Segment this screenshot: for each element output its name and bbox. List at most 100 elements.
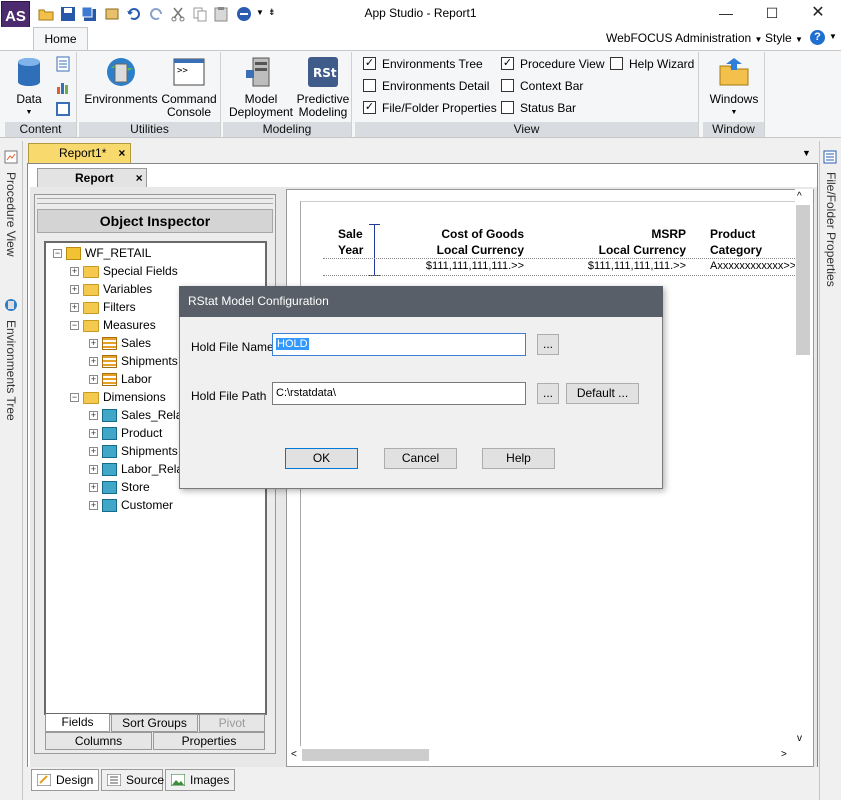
- expand-icon[interactable]: +: [89, 501, 98, 511]
- expand-icon[interactable]: +: [89, 483, 98, 493]
- scroll-up-icon[interactable]: ^: [797, 191, 802, 202]
- browse-hold-file-name-button[interactable]: ...: [537, 334, 559, 355]
- environments-tree-icon[interactable]: [4, 298, 18, 312]
- tab-images[interactable]: Images: [165, 769, 235, 791]
- tree-node-root[interactable]: − WF_RETAIL: [53, 245, 151, 261]
- close-report-tab-icon[interactable]: ×: [136, 171, 143, 185]
- tree-node-shipments-dimension[interactable]: + Shipments: [89, 443, 178, 459]
- close-icon[interactable]: ✕: [795, 0, 841, 27]
- tab-list-dropdown-icon[interactable]: ▼: [802, 148, 811, 158]
- hold-file-name-input[interactable]: HOLD: [272, 333, 526, 356]
- browse-hold-file-path-button[interactable]: ...: [537, 383, 559, 404]
- tree-node-labor[interactable]: + Labor: [89, 371, 152, 387]
- cell-product-category[interactable]: Axxxxxxxxxxxx>>: [710, 260, 796, 272]
- help-dropdown-icon[interactable]: ▼: [829, 32, 837, 41]
- tree-node-sales-related[interactable]: + Sales_Rela: [89, 407, 182, 423]
- help-wizard-checkbox[interactable]: Help Wizard: [610, 57, 694, 73]
- dimension-icon: [102, 499, 117, 513]
- collapse-icon[interactable]: −: [70, 393, 79, 403]
- tree-node-shipments-measures[interactable]: + Shipments: [89, 353, 178, 369]
- status-bar-checkbox[interactable]: Status Bar: [501, 101, 576, 117]
- windows-button[interactable]: Windows ▼: [705, 56, 763, 119]
- file-folder-properties-checkbox[interactable]: ✓ File/Folder Properties: [363, 101, 497, 117]
- column-header-msrp[interactable]: MSRP Local Currency: [560, 226, 686, 258]
- expand-icon[interactable]: +: [89, 411, 98, 421]
- document-icon[interactable]: [55, 101, 71, 117]
- expand-icon[interactable]: +: [70, 267, 79, 277]
- tree-node-sales[interactable]: + Sales: [89, 335, 151, 351]
- tree-node-special-fields[interactable]: + Special Fields: [70, 263, 178, 279]
- expand-icon[interactable]: +: [89, 429, 98, 439]
- column-resize-handle[interactable]: [374, 224, 375, 276]
- tree-node-measures[interactable]: − Measures: [70, 317, 156, 333]
- document-tab-report1[interactable]: Report1* ×: [28, 143, 131, 163]
- tab-sort-groups[interactable]: Sort Groups: [111, 714, 198, 732]
- environments-tree-checkbox[interactable]: ✓ Environments Tree: [363, 57, 483, 73]
- webfocus-administration-menu[interactable]: WebFOCUS Administration ▼: [606, 31, 762, 45]
- tab-pivot[interactable]: Pivot: [199, 714, 265, 732]
- tree-node-variables[interactable]: + Variables: [70, 281, 152, 297]
- collapse-icon[interactable]: −: [53, 249, 62, 259]
- help-icon[interactable]: ?: [810, 30, 825, 45]
- expand-icon[interactable]: +: [70, 303, 79, 313]
- expand-icon[interactable]: +: [89, 465, 98, 475]
- tree-node-label: Variables: [103, 282, 153, 296]
- expand-icon[interactable]: +: [89, 375, 98, 385]
- tree-node-filters[interactable]: + Filters: [70, 299, 136, 315]
- column-header-sale-year[interactable]: Sale Year: [338, 226, 363, 258]
- tree-node-store[interactable]: + Store: [89, 479, 150, 495]
- procedure-view-icon[interactable]: [4, 150, 18, 164]
- close-tab-icon[interactable]: ×: [118, 146, 125, 160]
- scroll-left-icon[interactable]: <: [291, 749, 297, 760]
- tab-source[interactable]: Source: [101, 769, 164, 791]
- help-button[interactable]: Help: [482, 448, 555, 469]
- column-header-product-category[interactable]: Product Category: [710, 226, 790, 258]
- environments-button[interactable]: Environments: [83, 56, 159, 106]
- header-line: Local Currency: [598, 243, 686, 257]
- predictive-modeling-button[interactable]: RSt Predictive Modeling: [295, 56, 351, 119]
- cell-cost-of-goods[interactable]: $111,111,111,111.>>: [400, 260, 524, 272]
- minimize-icon[interactable]: —: [703, 0, 749, 27]
- tree-node-dimensions[interactable]: − Dimensions: [70, 389, 166, 405]
- expand-icon[interactable]: +: [89, 339, 98, 349]
- cell-msrp[interactable]: $111,111,111,111.>>: [560, 260, 686, 272]
- tree-node-labor-related[interactable]: + Labor_Rela: [89, 461, 183, 477]
- file-folder-properties-icon[interactable]: [823, 150, 837, 164]
- scroll-down-icon[interactable]: v: [797, 733, 802, 744]
- maximize-icon[interactable]: ☐: [749, 0, 795, 27]
- expand-icon[interactable]: +: [89, 357, 98, 367]
- procedure-view-checkbox[interactable]: ✓ Procedure View: [501, 57, 605, 73]
- tab-properties[interactable]: Properties: [153, 732, 265, 750]
- scroll-right-icon[interactable]: >: [781, 749, 787, 760]
- tab-columns[interactable]: Columns: [45, 732, 152, 750]
- procedure-view-panel-tab[interactable]: Procedure View: [4, 172, 18, 257]
- command-console-label-2: Console: [166, 105, 212, 119]
- chart-icon[interactable]: [55, 79, 71, 95]
- report-tab[interactable]: Report ×: [37, 168, 147, 187]
- data-button[interactable]: Data ▼: [7, 56, 51, 119]
- collapse-icon[interactable]: −: [70, 321, 79, 331]
- environments-detail-checkbox[interactable]: Environments Detail: [363, 79, 489, 95]
- default-button[interactable]: Default ...: [566, 383, 639, 404]
- ok-button[interactable]: OK: [285, 448, 358, 469]
- tab-design[interactable]: Design: [31, 769, 99, 791]
- tree-node-customer[interactable]: + Customer: [89, 497, 173, 513]
- environments-tree-panel-tab[interactable]: Environments Tree: [4, 320, 18, 421]
- tree-node-product[interactable]: + Product: [89, 425, 162, 441]
- context-bar-checkbox[interactable]: Context Bar: [501, 79, 583, 95]
- expand-icon[interactable]: +: [89, 447, 98, 457]
- tab-home[interactable]: Home: [33, 27, 88, 51]
- column-header-cost-of-goods[interactable]: Cost of Goods Local Currency: [400, 226, 524, 258]
- cancel-button[interactable]: Cancel: [384, 448, 457, 469]
- report-icon[interactable]: [55, 56, 71, 72]
- expand-icon[interactable]: +: [70, 285, 79, 295]
- vertical-scroll-thumb[interactable]: [796, 205, 810, 355]
- model-deployment-button[interactable]: Model Deployment: [227, 56, 295, 119]
- style-menu[interactable]: Style ▼: [765, 31, 803, 45]
- windows-icon: [719, 58, 749, 86]
- tab-fields[interactable]: Fields: [45, 714, 110, 732]
- file-folder-properties-panel-tab[interactable]: File/Folder Properties: [824, 172, 838, 287]
- hold-file-path-input[interactable]: C:\rstatdata\: [272, 382, 526, 405]
- horizontal-scroll-thumb[interactable]: [302, 749, 429, 761]
- command-console-button[interactable]: >> Command Console: [159, 56, 219, 119]
